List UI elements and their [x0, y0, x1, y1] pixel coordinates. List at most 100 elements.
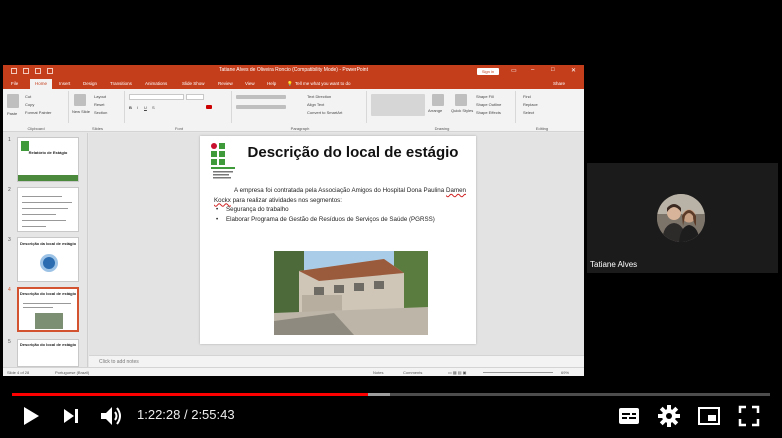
select-button[interactable]: Select	[523, 110, 534, 115]
align-text-button[interactable]: Align Text	[307, 102, 324, 107]
layout-button[interactable]: Layout	[94, 94, 106, 99]
drawing-label: Drawing	[434, 126, 450, 131]
thumbnail-text-line	[22, 226, 46, 227]
maximize-icon[interactable]: □	[551, 67, 555, 73]
clipboard-group: Paste Cut Copy Format Painter Clipboard	[3, 91, 69, 131]
bold-icon[interactable]: B	[129, 105, 132, 110]
shape-fill-button[interactable]: Shape Fill	[476, 94, 494, 99]
zoom-level[interactable]: 69%	[561, 370, 569, 375]
ribbon-tabs: File Home Insert Design Transitions Anim…	[3, 78, 584, 89]
reset-button[interactable]: Reset	[94, 102, 104, 107]
slide-title[interactable]: Descrição do local de estágio	[244, 144, 462, 161]
new-slide-button[interactable]: New Slide	[72, 109, 90, 114]
comments-toggle[interactable]: Comments	[403, 370, 422, 375]
font-color-icon[interactable]	[206, 105, 212, 109]
section-button[interactable]: Section	[94, 110, 107, 115]
thumbnail-title: Relatório de Estágio	[28, 150, 68, 155]
cut-button[interactable]: Cut	[25, 94, 31, 99]
tab-home[interactable]: Home	[30, 79, 52, 89]
paragraph-group: Text Direction Align Text Convert to Sma…	[233, 91, 367, 131]
notes-pane[interactable]: Click to add notes	[89, 355, 584, 367]
close-icon[interactable]: ✕	[571, 67, 576, 74]
underline-icon[interactable]: U	[144, 105, 147, 110]
settings-gear-icon[interactable]	[657, 404, 681, 428]
next-icon[interactable]	[60, 404, 82, 428]
current-time: 1:22:28	[137, 407, 181, 422]
notes-placeholder[interactable]: Click to add notes	[99, 359, 139, 365]
thumbnail-image	[35, 313, 63, 329]
ribbon-options-icon[interactable]: ▭	[511, 67, 517, 74]
font-group: B I U S Font	[126, 91, 232, 131]
thumbnail-title: Descrição da local de estágio	[19, 241, 77, 246]
thumbnail-disc-image	[40, 254, 58, 272]
thumbnail-text-line	[23, 307, 53, 308]
paste-icon[interactable]	[7, 94, 19, 108]
quick-styles-button[interactable]: Quick Styles	[451, 108, 473, 113]
arrange-icon[interactable]	[432, 94, 444, 106]
progress-fill	[12, 393, 368, 396]
shape-effects-button[interactable]: Shape Effects	[476, 110, 501, 115]
play-icon[interactable]	[20, 404, 42, 428]
participant-name: Tatiane Alves	[590, 260, 638, 269]
shape-outline-button[interactable]: Shape Outline	[476, 102, 501, 107]
quick-styles-icon[interactable]	[455, 94, 467, 106]
arrange-button[interactable]: Arrange	[428, 108, 442, 113]
tab-design[interactable]: Design	[83, 81, 97, 86]
copy-button[interactable]: Copy	[25, 102, 34, 107]
new-slide-icon[interactable]	[74, 94, 86, 106]
participant-avatar	[657, 194, 705, 242]
tab-file[interactable]: File	[11, 81, 18, 86]
slide-thumbnail-1[interactable]: Relatório de Estágio	[17, 137, 79, 182]
alignment-icons[interactable]	[236, 105, 286, 109]
bullet-item: Elaborar Programa de Gestão de Resíduos …	[214, 215, 466, 225]
slide-thumbnail-4[interactable]: Descrição do local de estágio	[17, 287, 79, 332]
current-slide[interactable]: Descrição do local de estágio A empresa …	[200, 136, 476, 344]
tab-view[interactable]: View	[245, 81, 255, 86]
slide-body-text[interactable]: A empresa foi contratada pela Associação…	[214, 186, 466, 224]
slide-canvas[interactable]: Descrição do local de estágio A empresa …	[89, 133, 584, 355]
tab-insert[interactable]: Insert	[59, 81, 70, 86]
view-buttons-icon[interactable]: ▭ ▦ ▤ ▣	[448, 370, 466, 375]
video-frame[interactable]: Tatiane Alves de Oliveira Roncio (Compat…	[0, 0, 782, 438]
tab-transitions[interactable]: Transitions	[110, 81, 132, 86]
editing-group: Find Replace Select Editing	[517, 91, 567, 131]
zoom-slider[interactable]	[483, 372, 553, 373]
italic-icon[interactable]: I	[137, 105, 138, 110]
shapes-gallery[interactable]	[371, 94, 425, 116]
progress-bar[interactable]	[12, 393, 770, 396]
tab-slide-show[interactable]: Slide Show	[182, 81, 205, 86]
find-button[interactable]: Find	[523, 94, 531, 99]
tab-review[interactable]: Review	[218, 81, 233, 86]
tab-animations[interactable]: Animations	[145, 81, 167, 86]
text-direction-button[interactable]: Text Direction	[307, 94, 331, 99]
slide-thumbnail-2[interactable]	[17, 187, 79, 232]
thumb-number: 1	[8, 137, 11, 143]
replace-button[interactable]: Replace	[523, 102, 538, 107]
sign-in-button[interactable]: Sign in	[477, 68, 499, 75]
format-painter-button[interactable]: Format Painter	[25, 110, 51, 115]
language-indicator[interactable]: Portuguese (Brazil)	[55, 370, 89, 375]
tab-help[interactable]: Help	[267, 81, 276, 86]
fullscreen-icon[interactable]	[737, 404, 761, 428]
list-icons[interactable]	[236, 95, 286, 99]
paste-button[interactable]: Paste	[7, 111, 17, 116]
notes-toggle[interactable]: Notes	[373, 370, 383, 375]
minimize-icon[interactable]: –	[531, 67, 534, 73]
font-size-select[interactable]	[186, 94, 204, 100]
tell-me-search[interactable]: Tell me what you want to do	[295, 81, 351, 86]
slide-thumbnail-5[interactable]: Descrição do local de estágio	[17, 339, 79, 367]
font-name-select[interactable]	[129, 94, 184, 100]
slide-counter: Slide 4 of 28	[7, 370, 30, 375]
subtitles-icon[interactable]	[617, 405, 641, 427]
slides-group: New Slide Layout Reset Section Slides	[70, 91, 125, 131]
miniplayer-icon[interactable]	[697, 405, 721, 427]
thumbnail-text-line	[22, 220, 66, 221]
shadow-icon[interactable]: S	[152, 105, 155, 110]
ribbon: Paste Cut Copy Format Painter Clipboard …	[3, 89, 584, 132]
share-button[interactable]: Share	[553, 81, 565, 86]
convert-smartart-button[interactable]: Convert to SmartArt	[307, 110, 342, 115]
hospital-building-photo[interactable]	[274, 251, 428, 335]
volume-icon[interactable]	[98, 403, 124, 429]
webcam-tile: Tatiane Alves	[587, 163, 778, 273]
slide-thumbnail-3[interactable]: Descrição da local de estágio	[17, 237, 79, 282]
